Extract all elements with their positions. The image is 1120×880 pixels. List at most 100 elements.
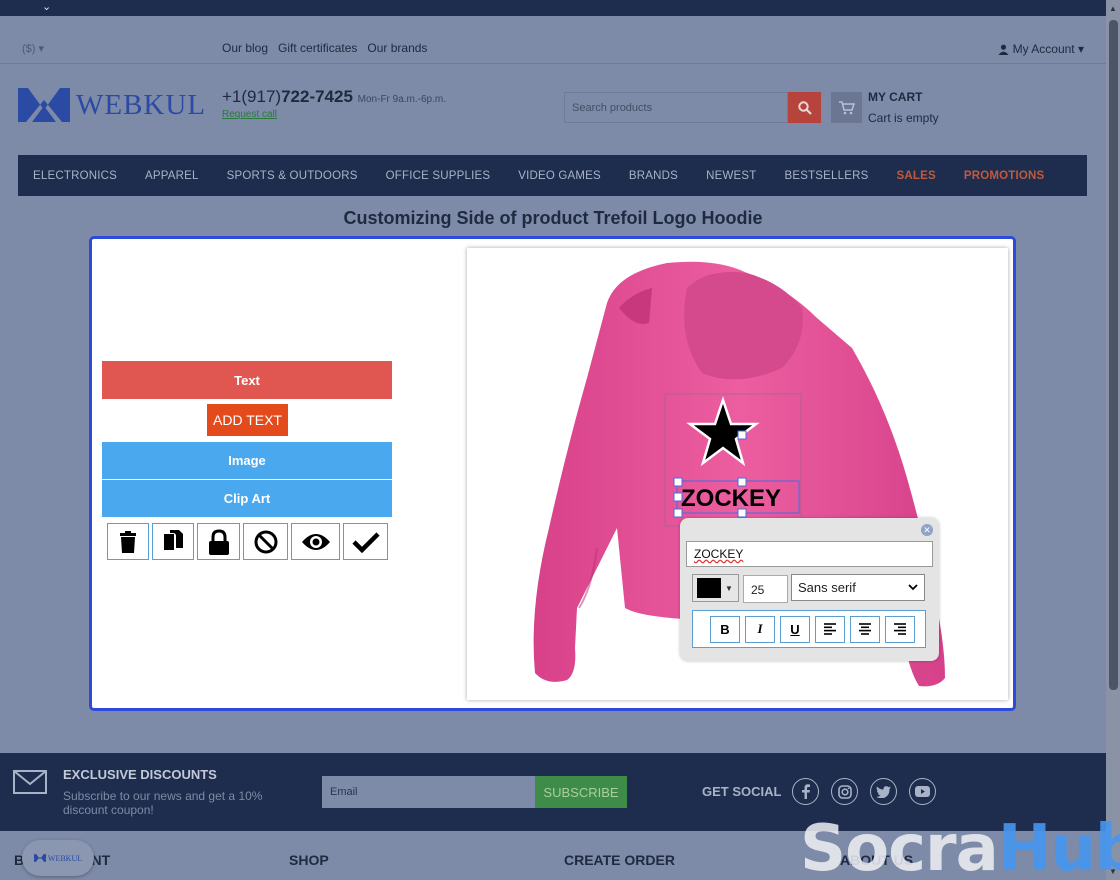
- menu-item-video-games[interactable]: VIDEO GAMES: [504, 170, 615, 182]
- link-our-brands[interactable]: Our brands: [367, 41, 427, 55]
- cart-status: Cart is empty: [868, 111, 939, 125]
- page-title: Customizing Side of product Trefoil Logo…: [343, 208, 763, 228]
- link-gift-certificates[interactable]: Gift certificates: [278, 41, 357, 55]
- check-icon: [351, 531, 380, 553]
- twitter-icon: [876, 785, 891, 798]
- logo-text: WEBKUL: [76, 88, 207, 121]
- cart-title[interactable]: MY CART: [868, 90, 922, 104]
- my-account-menu[interactable]: My Account ▾: [998, 42, 1084, 56]
- text-value-field[interactable]: ZOCKEY: [686, 541, 933, 567]
- social-links: [792, 778, 936, 805]
- text-value: ZOCKEY: [694, 547, 744, 561]
- color-swatch: [697, 578, 721, 598]
- tab-clip-art[interactable]: Clip Art: [102, 480, 392, 517]
- mini-logo-text: WEBKUL: [47, 853, 83, 863]
- instagram-icon: [837, 784, 852, 799]
- lock-button[interactable]: [197, 523, 240, 560]
- menu-item-office-supplies[interactable]: OFFICE SUPPLIES: [372, 170, 505, 182]
- scroll-up-icon[interactable]: ▲: [1109, 4, 1117, 13]
- youtube-icon: [915, 786, 930, 797]
- confirm-button[interactable]: [343, 523, 388, 560]
- watermark-part2: Hub: [997, 812, 1120, 880]
- utility-links: Our blog Gift certificates Our brands: [222, 41, 427, 55]
- menu-item-apparel[interactable]: APPAREL: [131, 170, 213, 182]
- text-editor-popup: ✕ ZOCKEY ▼ 25 Sans serif B I U: [680, 518, 939, 661]
- menu-item-newest[interactable]: NEWEST: [692, 170, 770, 182]
- object-toolbar: [107, 523, 388, 560]
- menu-item-brands[interactable]: BRANDS: [615, 170, 692, 182]
- floating-logo-button[interactable]: WEBKUL: [22, 840, 94, 876]
- scrollbar[interactable]: ▲ ▼: [1106, 0, 1120, 880]
- chevron-down-icon[interactable]: ⌄: [42, 0, 51, 14]
- cart-icon: [838, 100, 855, 114]
- bold-button[interactable]: B: [710, 615, 740, 643]
- italic-button[interactable]: I: [745, 615, 775, 643]
- cart-button[interactable]: [831, 92, 862, 123]
- user-icon: [998, 44, 1009, 55]
- currency-selector[interactable]: ($) ▾: [22, 42, 44, 55]
- youtube-link[interactable]: [909, 778, 936, 805]
- phone-prefix: +1(917): [222, 87, 282, 106]
- menu-item-electronics[interactable]: ELECTRONICS: [18, 170, 131, 182]
- scrollbar-thumb[interactable]: [1109, 20, 1118, 690]
- menu-item-sports-outdoors[interactable]: SPORTS & OUTDOORS: [213, 170, 372, 182]
- subscribe-button[interactable]: SUBSCRIBE: [535, 776, 627, 808]
- my-account-label: My Account ▾: [1012, 42, 1084, 56]
- footer-column-shop: SHOP: [289, 852, 329, 868]
- customizer-panel: Text ADD TEXT Image Clip Art ZOCKEY ✕ ZO…: [89, 236, 1016, 711]
- tab-image[interactable]: Image: [102, 442, 392, 479]
- mail-icon: [13, 770, 47, 794]
- email-field[interactable]: Email: [322, 776, 535, 808]
- align-center-button[interactable]: [850, 615, 880, 643]
- chevron-down-icon: [908, 584, 918, 591]
- underline-button[interactable]: U: [780, 615, 810, 643]
- search-button[interactable]: [788, 92, 821, 123]
- main-menu: ELECTRONICS APPAREL SPORTS & OUTDOORS OF…: [18, 155, 1087, 196]
- discounts-subtitle: Subscribe to our news and get a 10% disc…: [63, 789, 263, 817]
- copy-button[interactable]: [152, 523, 194, 560]
- link-our-blog[interactable]: Our blog: [222, 41, 268, 55]
- disable-button[interactable]: [243, 523, 288, 560]
- webkul-logo[interactable]: WEBKUL: [18, 88, 206, 122]
- add-text-button[interactable]: ADD TEXT: [207, 404, 288, 436]
- phone-number: +1(917)722-7425 Mon-Fr 9a.m.-6p.m.: [222, 87, 446, 107]
- utility-bar: ($) ▾ Our blog Gift certificates Our bra…: [0, 16, 1106, 64]
- instagram-link[interactable]: [831, 778, 858, 805]
- chevron-down-icon: ▼: [725, 583, 733, 593]
- lock-icon: [208, 528, 229, 555]
- tab-text[interactable]: Text: [102, 361, 392, 399]
- facebook-icon: [801, 784, 810, 799]
- top-strip: ⌄: [0, 0, 1106, 16]
- search-bar: Search products: [564, 92, 821, 123]
- social-title: GET SOCIAL: [702, 784, 782, 799]
- watermark-part1: Socra: [800, 812, 999, 880]
- delete-button[interactable]: [107, 523, 149, 560]
- canvas-text[interactable]: ZOCKEY: [681, 485, 781, 512]
- font-family-select[interactable]: Sans serif: [791, 574, 925, 601]
- visibility-button[interactable]: [291, 523, 340, 560]
- align-right-icon: [894, 623, 906, 635]
- menu-item-bestsellers[interactable]: BESTSELLERS: [770, 170, 882, 182]
- copy-icon: [164, 529, 183, 550]
- font-size-input[interactable]: 25: [743, 575, 788, 603]
- align-left-button[interactable]: [815, 615, 845, 643]
- menu-item-promotions[interactable]: PROMOTIONS: [950, 170, 1059, 182]
- menu-item-sales[interactable]: SALES: [882, 170, 949, 182]
- search-input[interactable]: Search products: [564, 92, 788, 123]
- footer-column-create-order: CREATE ORDER: [564, 852, 675, 868]
- request-call-link[interactable]: Request call: [222, 109, 277, 120]
- discounts-title: EXCLUSIVE DISCOUNTS: [63, 767, 217, 782]
- close-icon[interactable]: ✕: [921, 524, 933, 536]
- twitter-link[interactable]: [870, 778, 897, 805]
- ban-icon: [254, 530, 277, 553]
- phone-digits: 722-7425: [281, 87, 353, 106]
- search-icon: [797, 100, 812, 115]
- eye-icon: [301, 533, 330, 550]
- align-right-button[interactable]: [885, 615, 915, 643]
- facebook-link[interactable]: [792, 778, 819, 805]
- font-family-value: Sans serif: [798, 580, 856, 595]
- format-toolbar: B I U: [692, 610, 926, 648]
- color-picker[interactable]: ▼: [692, 574, 739, 602]
- align-center-icon: [859, 623, 871, 635]
- webkul-logo-mark: [33, 854, 46, 862]
